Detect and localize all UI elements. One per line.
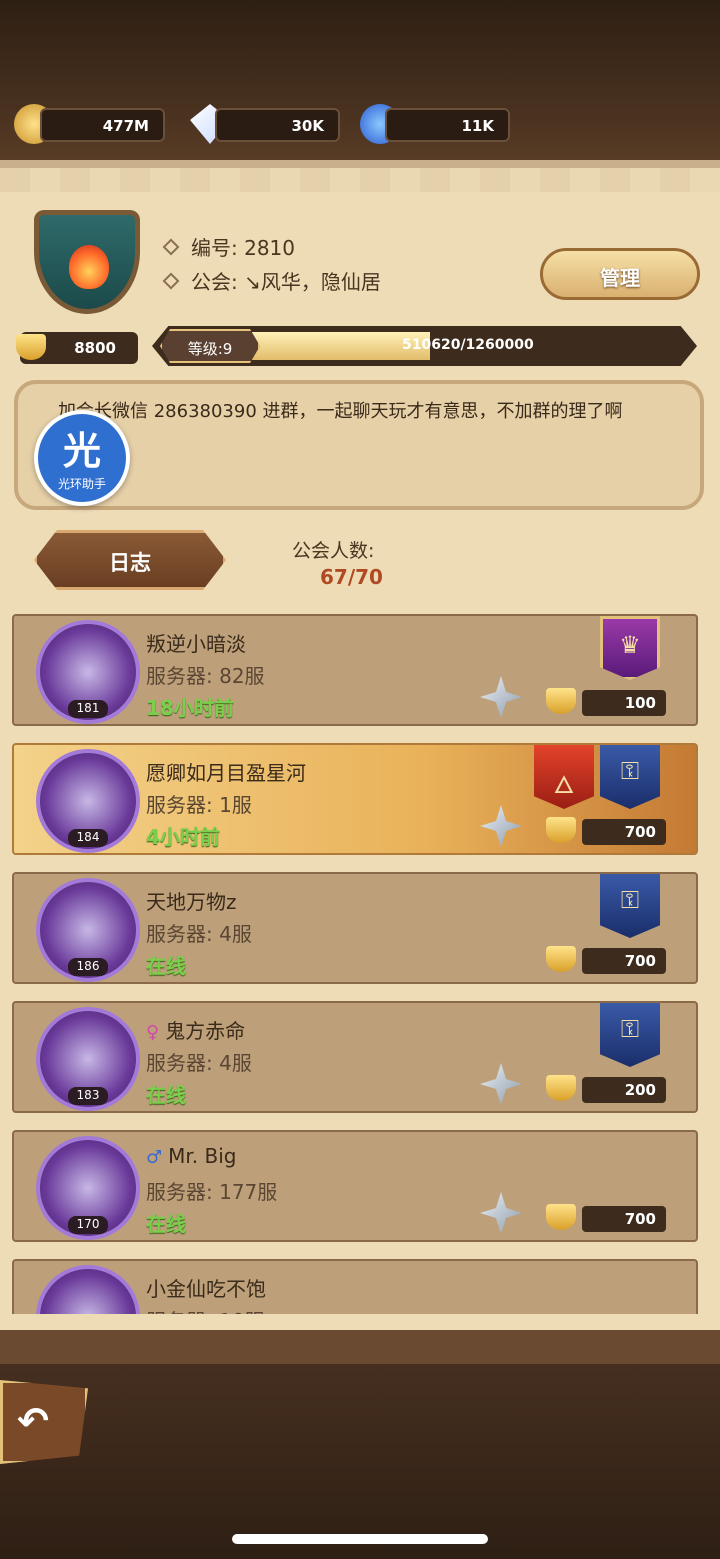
crossed-swords-icon[interactable] <box>480 1063 522 1105</box>
trophy-icon <box>546 946 576 972</box>
member-status: 4小时前 <box>146 825 220 849</box>
member-list[interactable]: 181 叛逆小暗淡 服务器: 82服 18小时前 100 ♛ 184 愿卿如月目盈星河 服务器:… <box>12 614 702 1314</box>
home-indicator[interactable] <box>232 1534 488 1544</box>
crown-banner-icon: ♛ <box>600 616 660 680</box>
bottom-bar <box>0 1330 720 1559</box>
diamond-bullet-icon <box>162 238 180 256</box>
member-avatar[interactable] <box>36 1265 140 1314</box>
member-row[interactable]: 170 ♂ Mr. Big 服务器: 177服 在线 700 <box>12 1130 698 1242</box>
guild-trophy-bar: 8800 <box>16 332 138 364</box>
crossed-swords-icon[interactable] <box>480 805 522 847</box>
member-count: 67/70 <box>320 565 383 589</box>
trophy-icon <box>546 817 576 843</box>
member-trophies: 700 <box>582 819 666 845</box>
trophy-icon <box>546 1204 576 1230</box>
guild-name: 公会: ↘风华，隐仙居 <box>162 266 381 295</box>
member-server: 服务器: 1服 <box>146 793 252 817</box>
member-name: ♀ 鬼方赤命 <box>146 1019 246 1043</box>
member-level-badge: 183 <box>68 1087 108 1105</box>
member-level-badge: 186 <box>68 958 108 976</box>
member-level-badge: 170 <box>68 1216 108 1234</box>
manage-button[interactable]: 管理 <box>540 248 700 300</box>
fire-banner-icon: 🜂 <box>534 745 594 809</box>
member-row[interactable]: 183 ♀ 鬼方赤命服务器: 4服 在线 200 ⚿ <box>12 1001 698 1113</box>
member-level-badge: 181 <box>68 700 108 718</box>
top-resource-bar: 477M 30K 11K <box>0 0 720 165</box>
back-button[interactable]: ↶ <box>0 1380 88 1464</box>
member-avatar[interactable]: 170 <box>36 1136 140 1240</box>
male-icon: ♂ <box>146 1147 163 1168</box>
member-server: 服务器: 177服 <box>146 1180 278 1204</box>
guild-id: 编号: 2810 <box>162 232 295 261</box>
member-row[interactable]: 186 天地万物z 服务器: 4服 在线 700 ⚿ <box>12 872 698 984</box>
female-icon: ♀ <box>146 1022 160 1043</box>
member-level-badge: 184 <box>68 829 108 847</box>
log-button[interactable]: 日志 <box>34 530 226 590</box>
guangtui-helper-float-button[interactable]: 光 光环助手 <box>34 410 130 506</box>
key-banner-icon: ⚿ <box>600 745 660 809</box>
crossed-swords-icon[interactable] <box>480 1192 522 1234</box>
member-name: 叛逆小暗淡 <box>146 632 246 656</box>
member-server: 服务器: 82服 <box>146 664 265 688</box>
member-server: 服务器: 10服 <box>146 1305 265 1314</box>
gold-amount: 477M <box>40 108 165 142</box>
member-name: 天地万物z <box>146 890 237 914</box>
member-trophies: 200 <box>582 1077 666 1103</box>
member-name: 愿卿如月目盈星河 <box>146 761 306 785</box>
member-avatar[interactable]: 184 <box>36 749 140 853</box>
key-banner-icon: ⚿ <box>600 874 660 938</box>
trophy-icon <box>546 1075 576 1101</box>
member-name: 小金仙吃不饱 <box>146 1277 266 1301</box>
crossed-swords-icon[interactable] <box>480 676 522 718</box>
member-status: 在线 <box>146 1083 186 1107</box>
member-status: 在线 <box>146 1212 186 1236</box>
key-banner-icon: ⚿ <box>600 1003 660 1067</box>
member-status: 18小时前 <box>146 696 234 720</box>
guild-level-bar: 等级:9 510620/1260000 <box>152 326 697 366</box>
member-name: ♂ Mr. Big <box>146 1144 237 1168</box>
member-server: 服务器: 4服 <box>146 1051 252 1075</box>
exp-text: 510620/1260000 <box>402 337 534 353</box>
trophy-icon <box>546 688 576 714</box>
member-trophies: 700 <box>582 948 666 974</box>
diamond-amount: 30K <box>215 108 340 142</box>
member-avatar[interactable]: 183 <box>36 1007 140 1111</box>
member-trophies: 700 <box>582 1206 666 1232</box>
trophy-icon <box>16 334 46 360</box>
member-trophies: 100 <box>582 690 666 716</box>
back-arrow-icon: ↶ <box>17 1399 49 1443</box>
crystal-amount: 11K <box>385 108 510 142</box>
member-row[interactable]: 181 叛逆小暗淡服务器: 82服 18小时前 100 ♛ <box>12 614 698 726</box>
guild-level: 等级:9 <box>160 329 260 363</box>
member-avatar[interactable]: 181 <box>36 620 140 724</box>
member-avatar[interactable]: 186 <box>36 878 140 982</box>
member-server: 服务器: 4服 <box>146 922 252 946</box>
flame-icon <box>69 245 109 289</box>
member-row[interactable]: 小金仙吃不饱服务器: 10服 <box>12 1259 698 1314</box>
member-count-label: 公会人数: <box>292 540 375 562</box>
member-status: 在线 <box>146 954 186 978</box>
member-row[interactable]: 184 愿卿如月目盈星河 服务器: 1服 4小时前 700 🜂 ⚿ <box>12 743 698 855</box>
diamond-bullet-icon <box>162 272 180 290</box>
